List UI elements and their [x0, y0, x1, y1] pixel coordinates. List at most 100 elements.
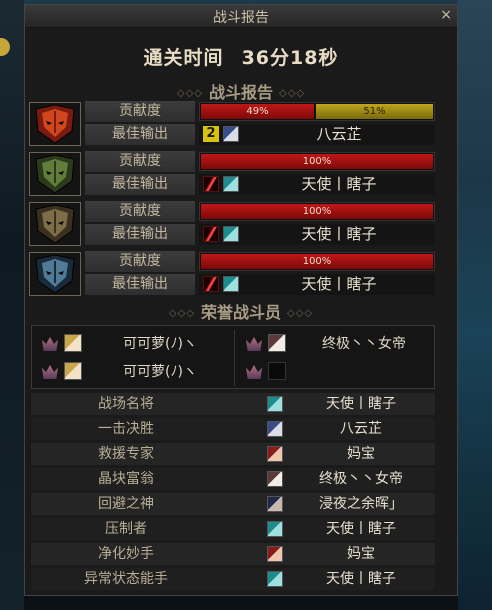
avatar-slot — [268, 362, 286, 380]
avatar-slot — [223, 226, 239, 242]
red-flame-mask-icon — [30, 103, 80, 145]
best-output-label: 最佳输出 — [85, 274, 195, 295]
honor-member-name: 可可萝(ﾉ)ヽ — [123, 364, 197, 380]
best-output-row: 最佳输出 天使丨瞎子 — [85, 174, 435, 195]
best-output-label: 最佳输出 — [85, 124, 195, 145]
honor-member[interactable]: 可可萝(ﾉ)ヽ — [34, 358, 232, 386]
teal-avatar-icon — [223, 176, 239, 192]
clear-time-value: 36分18秒 — [241, 47, 339, 69]
honor-member[interactable]: 可可萝(ﾉ)ヽ — [34, 330, 232, 358]
gold-mask-icon — [30, 203, 80, 245]
clear-time-label: 通关时间 — [143, 47, 224, 69]
avatar-slot — [64, 362, 82, 380]
class-icon-slot — [203, 176, 219, 192]
avatar-slot — [223, 276, 239, 292]
red-hair-avatar-icon — [267, 546, 283, 562]
teal-avatar-icon — [223, 276, 239, 292]
best-output-player[interactable]: 天使丨瞎子 — [199, 224, 435, 245]
avatar-slot — [267, 421, 283, 437]
boss-portrait — [29, 102, 81, 146]
avatar-slot — [64, 334, 82, 352]
honor-member-name: 终极丶丶女帝 — [322, 336, 406, 352]
teal-avatar-icon — [267, 396, 283, 412]
award-row[interactable]: 一击决胜 八云芷 — [31, 418, 435, 440]
contribution-label: 贡献度 — [85, 201, 195, 222]
honor-members: 可可萝(ﾉ)ヽ 终极丶丶女帝 可可萝(ﾉ)ヽ — [31, 325, 435, 389]
boss-portrait — [29, 152, 81, 196]
award-row[interactable]: 回避之神 浸夜之余晖」 — [31, 493, 435, 515]
boss-row: 贡献度 100% 最佳输出 天使丨瞎子 — [29, 151, 435, 197]
award-title: 净化妙手 — [98, 546, 154, 562]
contribution-segment: 100% — [201, 154, 433, 169]
ornament-right-icon: ◇◇◇ — [279, 88, 306, 99]
contribution-row: 贡献度 100% — [85, 151, 435, 172]
teal-avatar-icon — [223, 226, 239, 242]
crown-medal-icon — [246, 337, 262, 351]
contribution-segment: 51% — [316, 104, 433, 119]
award-player: 妈宝 — [347, 446, 375, 462]
green-mask-icon — [30, 153, 80, 195]
contribution-bar: 100% — [199, 202, 435, 221]
red-hair-avatar-icon — [267, 446, 283, 462]
contribution-segment: 49% — [201, 104, 314, 119]
best-output-label: 最佳输出 — [85, 174, 195, 195]
honor-member[interactable]: 终极丶丶女帝 — [238, 330, 436, 358]
teal-avatar-icon — [267, 571, 283, 587]
background-bottom-strip — [24, 596, 458, 610]
window-titlebar[interactable]: 战斗报告 × — [25, 5, 457, 28]
award-row[interactable]: 战场名将 天使丨瞎子 — [31, 393, 435, 415]
boss-row: 贡献度 100% 最佳输出 天使丨瞎子 — [29, 201, 435, 247]
window-title: 战斗报告 — [213, 10, 269, 26]
white-hair-avatar-icon — [267, 471, 283, 487]
best-output-player[interactable]: 2 八云芷 — [199, 124, 435, 145]
silver-hair-avatar-icon — [267, 421, 283, 437]
slash-skill-icon — [203, 226, 219, 242]
avatar-slot — [267, 446, 283, 462]
boss-portrait — [29, 202, 81, 246]
background-left-strip — [0, 0, 24, 610]
award-row[interactable]: 异常状态能手 天使丨瞎子 — [31, 568, 435, 590]
honor-member[interactable] — [238, 358, 436, 386]
avatar-slot — [268, 334, 286, 352]
best-player-name: 天使丨瞎子 — [301, 175, 377, 193]
ornament-left-icon: ◇◇◇ — [176, 88, 203, 99]
award-title: 战场名将 — [98, 396, 154, 412]
battle-report-heading: ◇◇◇ 战斗报告 ◇◇◇ — [25, 79, 457, 103]
award-row[interactable]: 救援专家 妈宝 — [31, 443, 435, 465]
background-right-scenery — [458, 0, 492, 610]
award-row[interactable]: 压制者 天使丨瞎子 — [31, 518, 435, 540]
contribution-bar: 100% — [199, 152, 435, 171]
award-player: 妈宝 — [347, 546, 375, 562]
blue-mask-icon — [30, 253, 80, 295]
award-row[interactable]: 晶块富翁 终极丶丶女帝 — [31, 468, 435, 490]
contribution-bar: 49% 51% — [199, 102, 435, 121]
ornament-left-icon: ◇◇◇ — [168, 308, 195, 319]
award-row[interactable]: 净化妙手 妈宝 — [31, 543, 435, 565]
best-output-player[interactable]: 天使丨瞎子 — [199, 174, 435, 195]
contribution-bar: 100% — [199, 252, 435, 271]
crown-medal-icon — [42, 365, 58, 379]
best-player-name: 天使丨瞎子 — [301, 225, 377, 243]
avatar-slot — [223, 126, 239, 142]
award-player: 八云芷 — [340, 421, 382, 437]
boss-portrait — [29, 252, 81, 296]
dark-hair-avatar-icon — [267, 496, 283, 512]
close-icon[interactable]: × — [440, 7, 452, 23]
award-title: 回避之神 — [98, 496, 154, 512]
contribution-row: 贡献度 100% — [85, 201, 435, 222]
honor-title: 荣誉战斗员 — [200, 303, 281, 322]
empty-avatar-icon — [268, 362, 286, 380]
contribution-label: 贡献度 — [85, 101, 195, 122]
honor-member-name: 可可萝(ﾉ)ヽ — [123, 336, 197, 352]
avatar-slot — [267, 496, 283, 512]
side-knob-icon — [0, 38, 10, 56]
best-output-player[interactable]: 天使丨瞎子 — [199, 274, 435, 295]
clear-time: 通关时间 36分18秒 — [25, 43, 457, 70]
avatar-slot — [267, 396, 283, 412]
teal-avatar-icon — [267, 521, 283, 537]
contribution-row: 贡献度 49% 51% — [85, 101, 435, 122]
award-player: 天使丨瞎子 — [326, 396, 396, 412]
award-title: 晶块富翁 — [98, 471, 154, 487]
blonde-avatar-icon — [64, 334, 82, 352]
class-icon-slot — [203, 276, 219, 292]
